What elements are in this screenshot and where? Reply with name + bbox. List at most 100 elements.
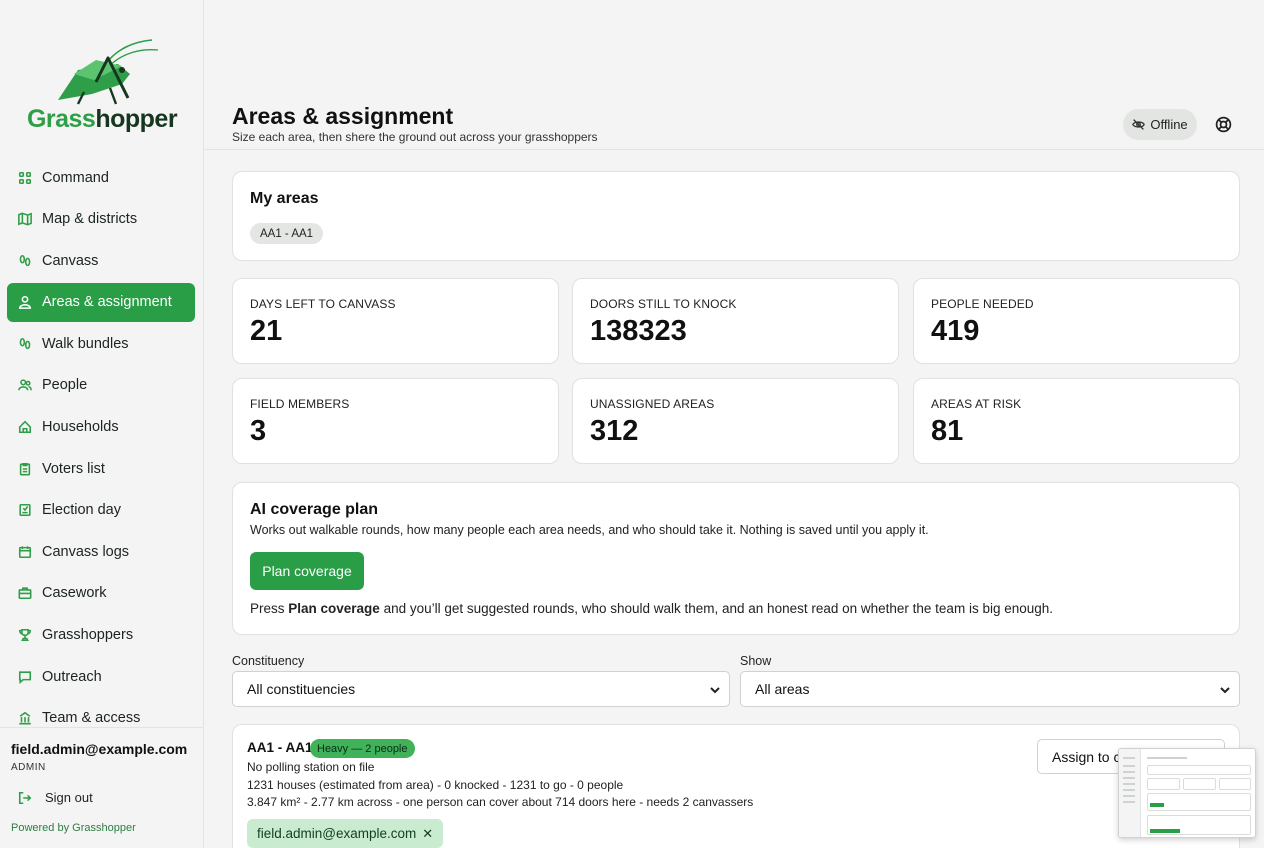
ai-plan-title: AI coverage plan xyxy=(250,501,379,518)
offline-label: Offline xyxy=(1150,117,1188,132)
area-card: AA1 - AA1 Heavy — 2 people No polling st… xyxy=(232,724,1240,848)
assignee-email: field.admin@example.com xyxy=(257,826,417,841)
sidebar-item-label: Grasshoppers xyxy=(42,627,134,644)
sign-out-button[interactable]: Sign out xyxy=(18,790,93,805)
stat-label: AREAS AT RISK xyxy=(931,397,1022,411)
sidebar-item-label: Map & districts xyxy=(42,211,138,228)
building-icon xyxy=(17,710,33,726)
briefcase-icon xyxy=(17,585,33,601)
stat-people-needed: PEOPLE NEEDED 419 xyxy=(913,278,1240,364)
chevron-down-icon xyxy=(709,683,721,695)
page-subtitle: Size each area, then shere the ground ou… xyxy=(232,130,598,144)
screenshot-preview-thumbnail[interactable] xyxy=(1118,748,1256,838)
sidebar-item-grasshoppers[interactable]: Grasshoppers xyxy=(7,616,195,655)
trophy-icon xyxy=(17,627,33,643)
header-divider xyxy=(204,149,1264,150)
stat-value: 419 xyxy=(931,315,980,347)
sign-out-label: Sign out xyxy=(45,790,93,805)
stat-value: 3 xyxy=(250,415,267,447)
my-areas-title: My areas xyxy=(250,190,319,207)
user-pin-icon xyxy=(17,294,33,310)
eye-off-icon xyxy=(1132,119,1146,130)
my-areas-card: My areas AA1 - AA1 xyxy=(232,171,1240,261)
sidebar-item-people[interactable]: People xyxy=(7,366,195,405)
sidebar-item-canvass-logs[interactable]: Canvass logs xyxy=(7,532,195,571)
stat-areas-at-risk: AREAS AT RISK 81 xyxy=(913,378,1240,464)
sidebar-item-label: Voters list xyxy=(42,460,105,477)
ai-coverage-plan-card: AI coverage plan Works out walkable roun… xyxy=(232,482,1240,635)
constituency-select[interactable]: All constituencies xyxy=(232,671,730,707)
stat-label: PEOPLE NEEDED xyxy=(931,297,1034,311)
sidebar-item-election-day[interactable]: Election day xyxy=(7,491,195,530)
offline-status-button[interactable]: Offline xyxy=(1123,109,1197,140)
sidebar-item-casework[interactable]: Casework xyxy=(7,574,195,613)
sidebar-item-map-districts[interactable]: Map & districts xyxy=(7,200,195,239)
chevron-down-icon xyxy=(1219,683,1231,695)
sidebar-nav: Command Map & districts Canvass Areas & … xyxy=(7,158,195,740)
sidebar-item-label: Canvass logs xyxy=(42,543,130,560)
sidebar-item-label: Team & access xyxy=(42,710,141,727)
help-button[interactable] xyxy=(1213,114,1234,135)
map-icon xyxy=(17,211,33,227)
sidebar-item-areas-assignment[interactable]: Areas & assignment xyxy=(7,282,195,322)
constituency-label: Constituency xyxy=(232,654,305,668)
houses-summary: 1231 houses (estimated from area) - 0 kn… xyxy=(247,778,624,792)
sidebar-item-label: Casework xyxy=(42,585,107,602)
sidebar-item-command[interactable]: Command xyxy=(7,158,195,197)
calendar-icon xyxy=(17,544,33,560)
sidebar-item-walk-bundles[interactable]: Walk bundles xyxy=(7,324,195,363)
area-size-summary: 3.847 km² - 2.77 km across - one person … xyxy=(247,795,754,809)
stat-value: 312 xyxy=(590,415,639,447)
stat-days-left: DAYS LEFT TO CANVASS 21 xyxy=(232,278,559,364)
stat-label: UNASSIGNED AREAS xyxy=(590,397,715,411)
ballot-box-icon xyxy=(17,502,33,518)
stat-value: 138323 xyxy=(590,315,687,347)
lifebuoy-icon xyxy=(1215,116,1232,133)
sidebar-item-label: Households xyxy=(42,419,119,436)
sidebar-item-canvass[interactable]: Canvass xyxy=(7,241,195,280)
footsteps-icon xyxy=(17,336,33,352)
sidebar-item-voters-list[interactable]: Voters list xyxy=(7,449,195,488)
ai-plan-note: Press Plan coverage and you’ll get sugge… xyxy=(250,601,1054,616)
current-user-role: ADMIN xyxy=(11,762,46,773)
stat-doors-to-knock: DOORS STILL TO KNOCK 138323 xyxy=(572,278,899,364)
sidebar-item-label: Election day xyxy=(42,502,121,519)
powered-by: Powered by Grasshopper xyxy=(11,822,136,834)
sidebar-item-label: Canvass xyxy=(42,252,99,269)
sidebar-item-label: People xyxy=(42,377,88,394)
page-title: Areas & assignment xyxy=(232,103,454,129)
sidebar-item-outreach[interactable]: Outreach xyxy=(7,657,195,696)
stat-value: 81 xyxy=(931,415,964,447)
load-badge: Heavy — 2 people xyxy=(310,739,415,758)
chat-icon xyxy=(17,669,33,685)
show-selected: All areas xyxy=(755,681,810,697)
assignee-chip[interactable]: field.admin@example.com ✕ xyxy=(247,819,444,848)
footsteps-icon xyxy=(17,253,33,269)
area-chip[interactable]: AA1 - AA1 xyxy=(250,223,324,244)
sidebar-footer: field.admin@example.com ADMIN Sign out P… xyxy=(0,727,204,848)
stat-label: DAYS LEFT TO CANVASS xyxy=(250,297,396,311)
polling-station-info: No polling station on file xyxy=(247,760,375,774)
sidebar: Grasshopper Command Map & districts Canv… xyxy=(0,0,204,848)
clipboard-icon xyxy=(17,461,33,477)
stat-label: FIELD MEMBERS xyxy=(250,397,350,411)
logo-wordmark: Grasshopper xyxy=(26,105,178,133)
people-icon xyxy=(17,377,33,393)
stat-label: DOORS STILL TO KNOCK xyxy=(590,297,737,311)
constituency-selected: All constituencies xyxy=(247,681,356,697)
sidebar-item-label: Walk bundles xyxy=(42,335,129,352)
show-select[interactable]: All areas xyxy=(740,671,1240,707)
sidebar-item-households[interactable]: Households xyxy=(7,408,195,447)
stat-unassigned-areas: UNASSIGNED AREAS 312 xyxy=(572,378,899,464)
stat-value: 21 xyxy=(250,315,283,347)
ai-plan-description: Works out walkable rounds, how many peop… xyxy=(250,523,929,537)
stat-field-members: FIELD MEMBERS 3 xyxy=(232,378,559,464)
plan-coverage-button[interactable]: Plan coverage xyxy=(250,552,364,590)
command-grid-icon xyxy=(17,170,33,186)
current-user-email: field.admin@example.com xyxy=(11,741,188,757)
sign-out-icon xyxy=(18,791,32,804)
sidebar-item-label: Command xyxy=(42,169,109,186)
remove-assignee-icon[interactable]: ✕ xyxy=(422,826,433,842)
area-name: AA1 - AA1 xyxy=(247,740,313,755)
sidebar-item-label: Areas & assignment xyxy=(42,294,172,311)
